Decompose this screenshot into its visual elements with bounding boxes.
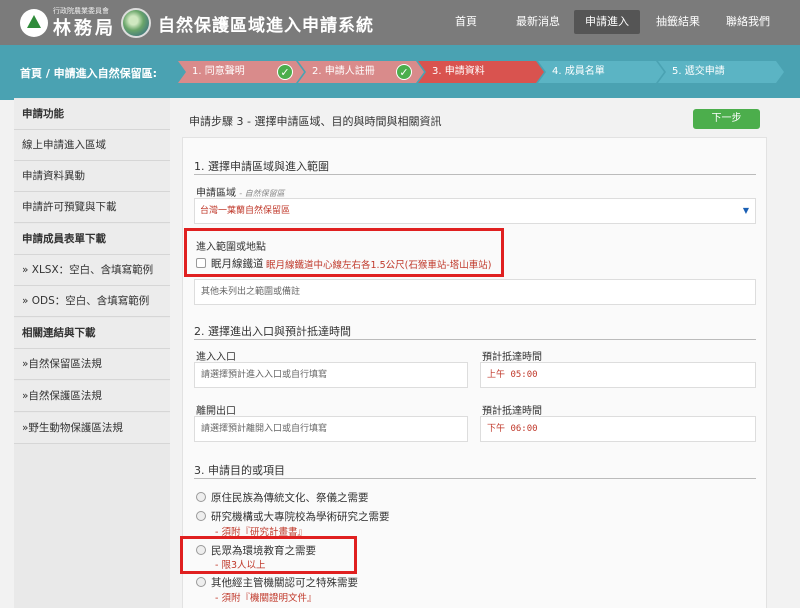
site-title: 自然保護區域進入申請系統 [158,16,374,36]
range-option-label: 眠月線鐵道 [211,258,264,270]
step-4-label: 4. 成員名單 [552,66,605,77]
step-4: 4. 成員名單 [538,61,664,83]
section-2-title: 2. 選擇進出入口與預計抵達時間 [194,325,351,338]
nav-news[interactable]: 最新消息 [506,10,570,34]
next-step-button[interactable]: 下一步 [693,109,760,129]
other-range-input[interactable] [194,279,756,305]
nav-apply[interactable]: 申請進入 [574,10,640,34]
sidebar-heading-apply-functions: 申請功能 [14,99,170,130]
area-select-value: 台灣一葉蘭自然保留區 [200,206,291,216]
section-divider [194,174,756,175]
arrive-time-input[interactable]: 上午 05:00 [480,362,756,388]
forestry-bureau-logo [20,9,48,37]
section-1-title: 1. 選擇申請區域與進入範圍 [194,160,329,173]
arrive-time: 05:00 [510,370,538,380]
entry-label: 進入入口 [196,352,236,363]
purpose-radio-indigenous[interactable] [196,492,206,502]
arrive-time-value: 上午 05:00 [487,370,538,380]
purpose-radio-education[interactable] [196,545,206,555]
section-divider [194,478,756,479]
breadcrumb: 首頁 / 申請進入自然保留區: [20,67,158,80]
purpose-note-education: - 限3人以上 [215,560,266,571]
arrive-ampm: 上午 [487,370,506,380]
sidebar-item-xlsx-download[interactable]: » XLSX：空白、含填寫範例 [14,255,170,286]
step-5: 5. 遞交申請 [658,61,784,83]
area-label: 申請區域 - 自然保留區 [196,184,285,199]
sidebar-heading-related-links: 相關連結與下載 [14,318,170,349]
purpose-note-special: - 須附『機關證明文件』 [215,593,317,604]
check-icon: ✓ [396,64,412,80]
sidebar-item-reserve-regulations[interactable]: »自然保留區法規 [14,349,170,380]
range-checkbox[interactable] [196,258,206,268]
range-option-detail: 眠月線鐵道中心線左右各1.5公尺(石猴車站-塔山車站) [266,260,492,271]
purpose-label-research: 研究機構或大專院校為學術研究之需要 [211,511,390,523]
step-2: 2. 申請人註冊 ✓ [298,61,424,83]
nav-contact[interactable]: 聯絡我們 [716,10,780,34]
area-select[interactable]: 台灣一葉蘭自然保留區 ▼ [194,198,756,224]
entry-input[interactable] [194,362,468,388]
purpose-label-indigenous: 原住民族為傳統文化、祭儀之需要 [211,492,369,504]
logo-name: 林務局 [53,18,116,39]
leave-time: 06:00 [510,424,538,434]
sidebar-item-ods-download[interactable]: » ODS：空白、含填寫範例 [14,286,170,317]
range-label: 進入範圍或地點 [196,242,266,253]
leave-time-value: 下午 06:00 [487,424,538,434]
step-3: 3. 申請資料 [418,61,544,83]
exit-label: 離開出口 [196,406,236,417]
sidebar-item-permit-download[interactable]: 申請許可預覽與下載 [14,192,170,223]
leave-time-input[interactable]: 下午 06:00 [480,416,756,442]
step-1-label: 1. 同意聲明 [192,66,245,77]
dropdown-arrow-icon: ▼ [742,206,749,215]
section-3-title: 3. 申請目的或項目 [194,464,285,477]
exit-input[interactable] [194,416,468,442]
nav-home[interactable]: 首頁 [442,10,490,34]
purpose-radio-research[interactable] [196,511,206,521]
check-icon: ✓ [277,64,293,80]
sidebar-item-wildlife-regulations[interactable]: »野生動物保護區法規 [14,413,170,444]
purpose-radio-special[interactable] [196,577,206,587]
purpose-label-special: 其他經主管機關認可之特殊需要 [211,577,358,589]
leave-time-label: 預計抵達時間 [482,406,542,417]
step-5-label: 5. 遞交申請 [672,66,725,77]
sidebar-item-modify-application[interactable]: 申請資料異動 [14,161,170,192]
step-3-label: 3. 申請資料 [432,66,485,77]
page-title: 申請步驟 3 - 選擇申請區域、目的與時間與相關資訊 [189,115,442,128]
purpose-label-education: 民眾為環境教育之需要 [211,545,316,557]
sidebar-item-protected-area-regulations[interactable]: »自然保護區法規 [14,381,170,412]
area-label-hint: - 自然保留區 [239,189,285,198]
sidebar-item-online-apply[interactable]: 線上申請進入區域 [14,130,170,161]
leave-ampm: 下午 [487,424,506,434]
arrive-time-label: 預計抵達時間 [482,352,542,363]
step-2-label: 2. 申請人註冊 [312,66,375,77]
nav-lottery-results[interactable]: 抽籤結果 [646,10,710,34]
section-divider [194,339,756,340]
sidebar-heading-member-forms: 申請成員表單下載 [14,224,170,255]
globe-icon [121,8,151,38]
step-1: 1. 同意聲明 ✓ [178,61,304,83]
